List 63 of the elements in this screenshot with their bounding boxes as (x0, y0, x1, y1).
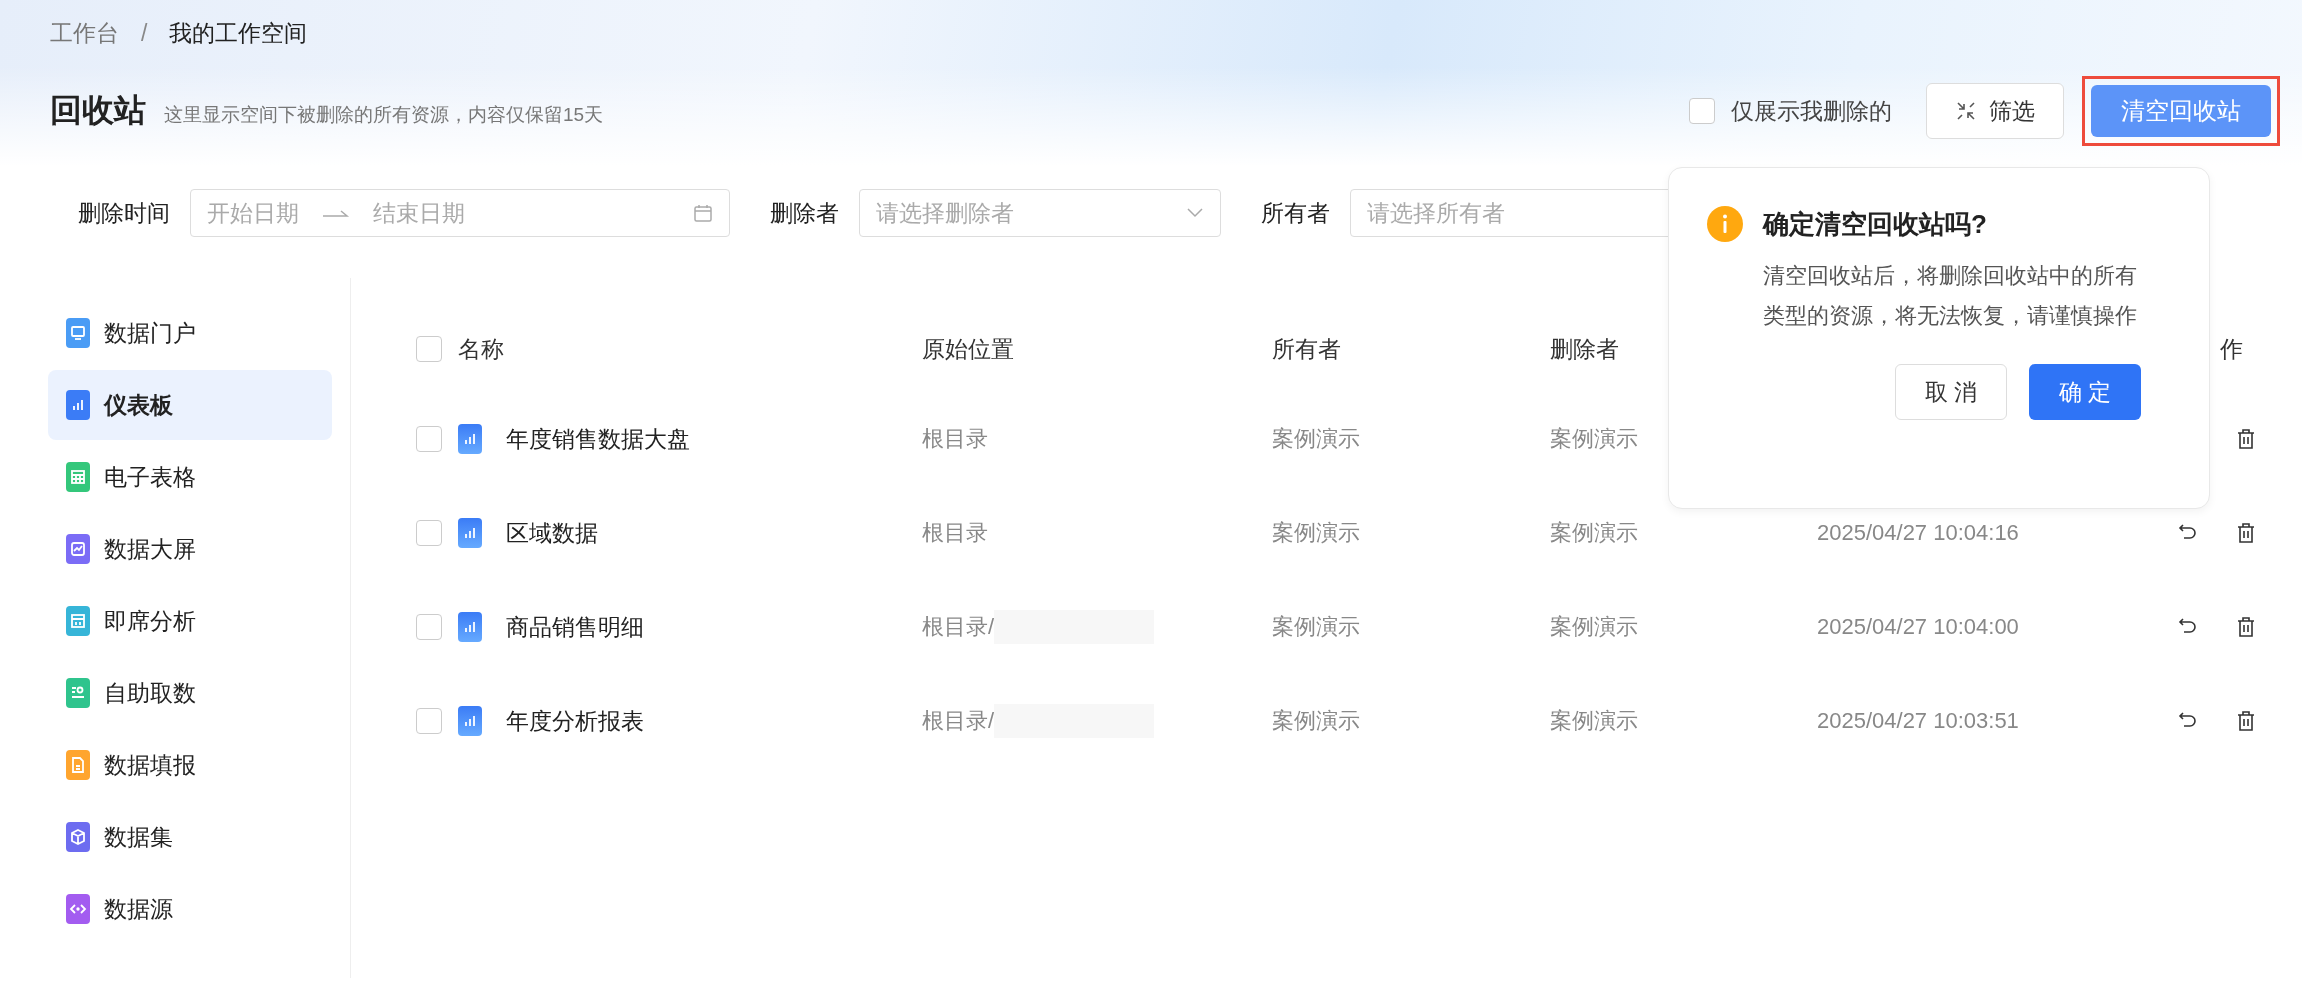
resource-name[interactable]: 年度分析报表 (506, 705, 644, 737)
info-icon (1707, 206, 1743, 242)
sidebar-item[interactable]: 数据门户 (48, 298, 332, 368)
breadcrumb-item: 我的工作空间 (169, 18, 308, 48)
sidebar-item[interactable]: 电子表格 (48, 442, 332, 512)
deleter-text: 案例演示 (1550, 426, 1638, 451)
row-checkbox[interactable] (416, 708, 442, 734)
location-text: 根目录 (922, 425, 988, 453)
sidebar-item[interactable]: 数据大屏 (48, 514, 332, 584)
page-subtitle: 这里显示空间下被删除的所有资源，内容仅保留15天 (164, 103, 604, 127)
location-text: 根目录/ (922, 613, 995, 641)
filter-button[interactable]: 筛选 (1926, 83, 2064, 139)
resource-name[interactable]: 商品销售明细 (506, 611, 644, 643)
sidebar-item[interactable]: 即席分析 (48, 586, 332, 656)
bar-chart-icon (458, 706, 482, 736)
owner-text: 案例演示 (1272, 520, 1360, 545)
breadcrumb-item[interactable]: 工作台 (50, 17, 119, 49)
owner-text: 案例演示 (1272, 614, 1360, 639)
row-checkbox[interactable] (416, 426, 442, 452)
owner-text: 案例演示 (1272, 708, 1360, 733)
sidebar-item[interactable]: 数据填报 (48, 730, 332, 800)
checkbox[interactable] (1689, 98, 1715, 124)
row-checkbox[interactable] (416, 520, 442, 546)
start-date-placeholder: 开始日期 (207, 198, 299, 228)
end-date-placeholder: 结束日期 (373, 198, 466, 228)
filter-label: 所有者 (1261, 198, 1330, 228)
bar-chart-icon (458, 518, 482, 548)
sidebar-item[interactable]: 数据集 (48, 802, 332, 872)
deleted-time: 2025/04/27 10:04:16 (1817, 520, 2019, 545)
deleted-time: 2025/04/27 10:04:00 (1817, 614, 2019, 639)
checkbox-label[interactable]: 仅展示我删除的 (1731, 95, 1892, 127)
filter-label: 删除者 (770, 198, 839, 228)
deleter-text: 案例演示 (1550, 520, 1638, 545)
bar-chart-icon (458, 424, 482, 454)
sidebar-item[interactable]: 仪表板 (48, 370, 332, 440)
calendar-icon (693, 203, 713, 223)
column-header: 作 (2220, 334, 2243, 364)
column-header: 删除者 (1550, 335, 1619, 362)
page-title: 回收站 (50, 91, 146, 130)
select-all-checkbox[interactable] (416, 336, 442, 362)
deleter-text: 案例演示 (1550, 614, 1638, 639)
column-header: 原始位置 (922, 334, 1014, 364)
bar-chart-icon (458, 612, 482, 642)
column-header: 所有者 (1272, 335, 1341, 362)
location-text: 根目录/ (922, 707, 995, 735)
column-header: 名称 (458, 334, 504, 364)
deleted-time: 2025/04/27 10:03:51 (1817, 708, 2019, 733)
shrink-arrows-icon (1955, 100, 1977, 122)
chevron-down-icon (1186, 207, 1204, 219)
cancel-button[interactable]: 取 消 (1895, 364, 2007, 420)
row-checkbox[interactable] (416, 614, 442, 640)
popover-message: 清空回收站后，将删除回收站中的所有类型的资源，将无法恢复，请谨慎操作 (1763, 262, 2138, 330)
sidebar-item[interactable]: 自助取数 (48, 658, 332, 728)
resource-name[interactable]: 年度销售数据大盘 (506, 423, 690, 455)
confirm-button[interactable]: 确 定 (2029, 364, 2141, 420)
deleter-text: 案例演示 (1550, 708, 1638, 733)
breadcrumb-separator: / (141, 19, 148, 47)
popover-title: 确定清空回收站吗? (1763, 207, 1987, 241)
resource-name[interactable]: 区域数据 (506, 517, 598, 549)
owner-text: 案例演示 (1272, 426, 1360, 451)
filter-label: 删除时间 (78, 198, 170, 228)
sidebar-item[interactable]: 数据源 (48, 874, 332, 944)
location-text: 根目录 (922, 519, 988, 547)
